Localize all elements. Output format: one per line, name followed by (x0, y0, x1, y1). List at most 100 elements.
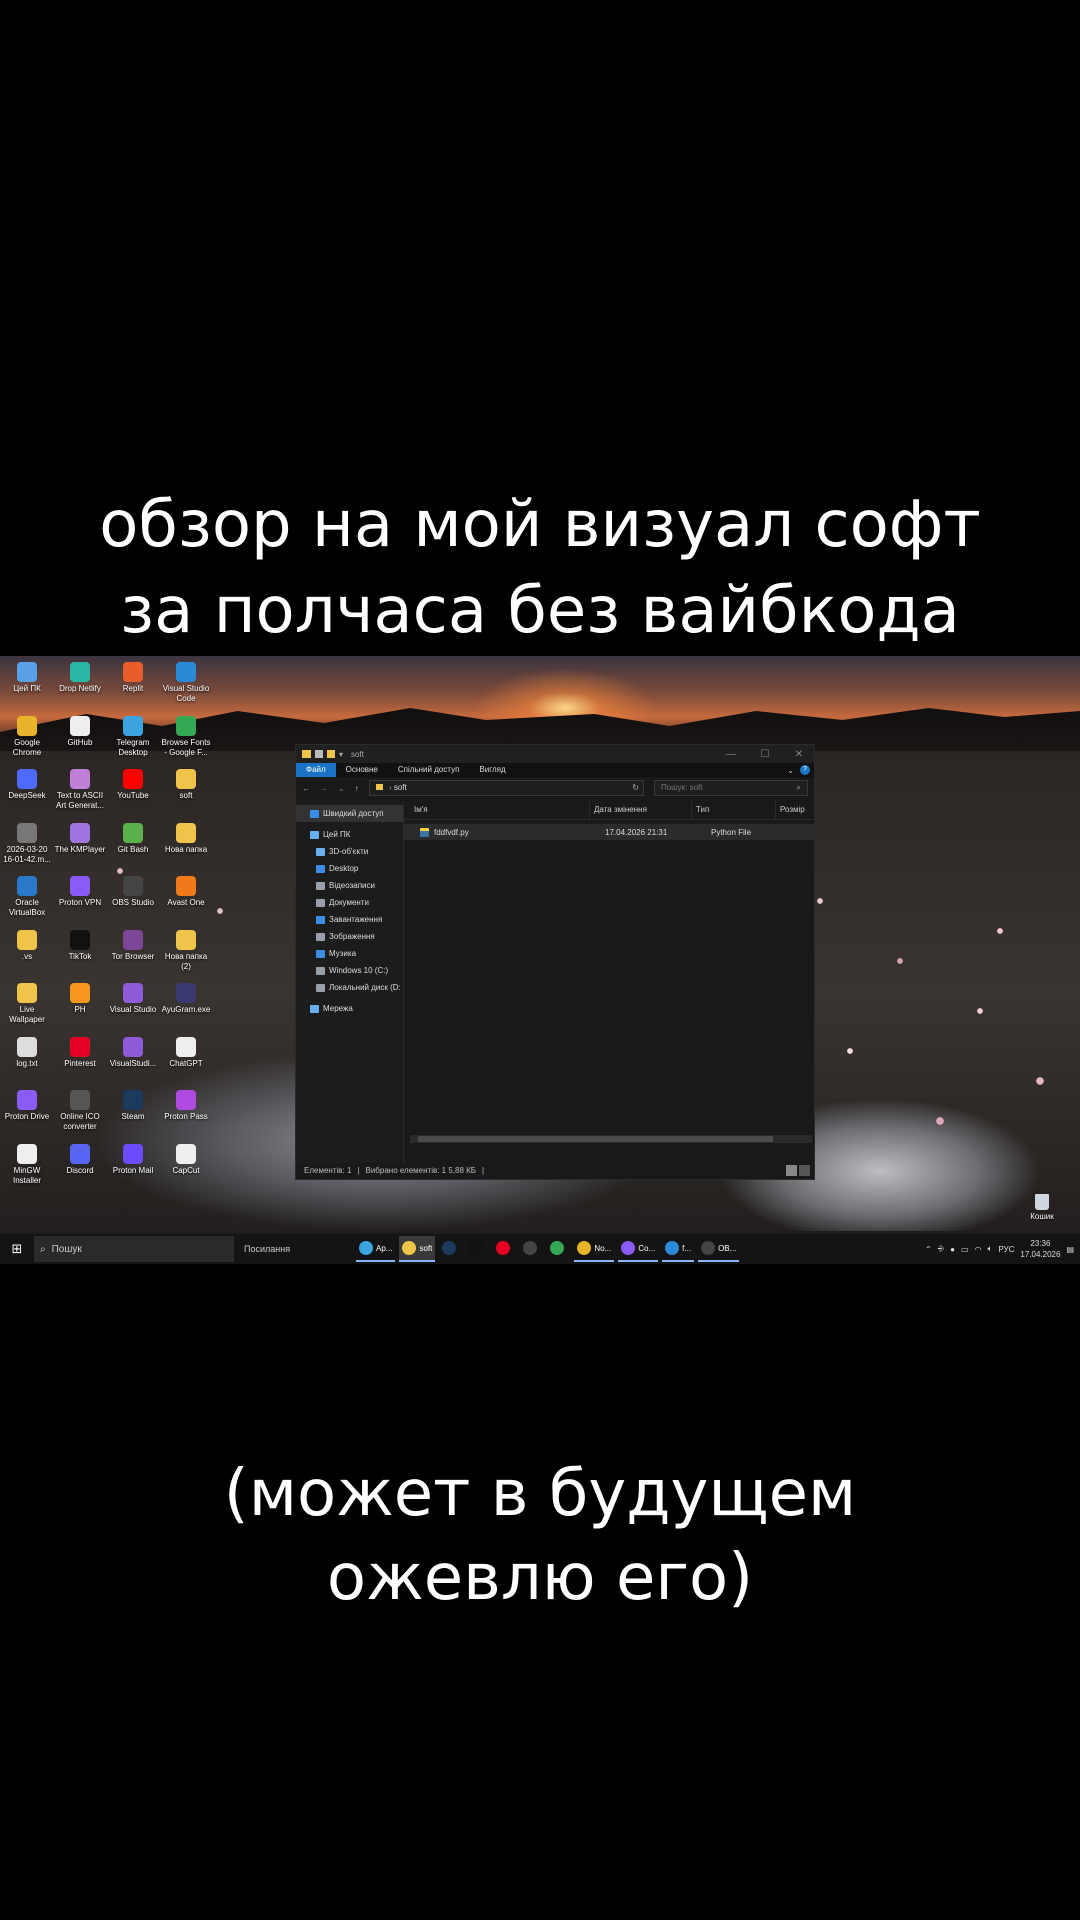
desktop-icon[interactable]: Discord (54, 1143, 106, 1176)
desktop-icon[interactable]: Proton Mail (107, 1143, 159, 1176)
desktop-icon[interactable]: Proton Pass (160, 1090, 212, 1122)
language-indicator[interactable]: РУС (998, 1245, 1014, 1254)
desktop-icon[interactable]: .vs (1, 929, 53, 962)
column-type[interactable]: Тип (692, 801, 776, 819)
taskbar-app[interactable]: soft (399, 1236, 436, 1262)
links-toolbar[interactable]: Посилання (234, 1244, 304, 1254)
qat-newfolder-icon[interactable] (327, 750, 335, 758)
desktop-icon[interactable]: Нова папка (2) (160, 929, 212, 972)
tab-file[interactable]: Файл (296, 763, 336, 777)
desktop-icon[interactable]: Google Chrome (1, 715, 53, 758)
nav-item[interactable]: Windows 10 (C:) (296, 962, 403, 979)
desktop-icon[interactable]: Steam (107, 1090, 159, 1122)
details-view-button[interactable] (786, 1165, 797, 1176)
up-arrow-icon[interactable]: ↑ (355, 784, 359, 793)
desktop-icon[interactable]: DeepSeek (1, 769, 53, 801)
column-date[interactable]: Дата змінення (590, 801, 692, 819)
volume-icon[interactable]: 🔈︎ (988, 1244, 993, 1254)
large-icons-view-button[interactable] (799, 1165, 810, 1176)
taskbar-app[interactable] (439, 1236, 462, 1262)
scrollbar-thumb[interactable] (418, 1136, 773, 1142)
forward-arrow-icon[interactable]: → (320, 784, 328, 793)
desktop-icon[interactable]: Visual Studio Code (160, 662, 212, 704)
file-explorer-window[interactable]: ▾ soft — ☐ ✕ Файл Основне Спільний досту… (295, 744, 815, 1180)
column-name[interactable]: Ім'я (404, 801, 590, 819)
desktop-icon[interactable]: Online ICO converter (54, 1090, 106, 1132)
desktop-icon[interactable]: Proton Drive (1, 1090, 53, 1122)
desktop-icon[interactable]: Visual Studio (107, 983, 159, 1015)
desktop-icon[interactable]: OBS Studio (107, 876, 159, 908)
desktop-icon[interactable]: Tor Browser (107, 929, 159, 962)
notifications-icon[interactable]: ▤ (1066, 1245, 1074, 1254)
qat-properties-icon[interactable] (315, 750, 323, 758)
desktop-icon[interactable]: Нова папка (160, 822, 212, 855)
desktop-icon[interactable]: Avast One (160, 876, 212, 908)
desktop-icon[interactable]: YouTube (107, 769, 159, 801)
clock[interactable]: 23:36 17.04.2026 (1020, 1238, 1060, 1260)
taskbar-app[interactable]: f... (662, 1236, 695, 1262)
desktop-icon[interactable]: Drop Netlify (54, 662, 106, 694)
desktop-icon[interactable]: MinGW Installer (1, 1143, 53, 1186)
desktop-icon[interactable]: Цей ПК (1, 662, 53, 694)
desktop-icon[interactable]: Text to ASCII Art Generat... (54, 769, 106, 811)
nav-item[interactable]: Мережа (296, 1000, 403, 1017)
close-button[interactable]: ✕ (784, 749, 814, 760)
desktop-icon[interactable]: TikTok (54, 929, 106, 962)
search-input[interactable]: Пошук: soft ⌕ (654, 780, 808, 796)
tab-home[interactable]: Основне (336, 763, 388, 777)
nav-item[interactable]: Відеозаписи (296, 877, 403, 894)
desktop-icon[interactable]: Proton VPN (54, 876, 106, 908)
recent-dropdown-icon[interactable]: ⌄ (338, 784, 345, 793)
nav-item[interactable]: Desktop (296, 860, 403, 877)
expand-ribbon-icon[interactable]: ⌄ (787, 766, 794, 775)
taskbar-app[interactable]: No... (574, 1236, 615, 1262)
desktop-icon[interactable]: Git Bash (107, 822, 159, 855)
horizontal-scrollbar[interactable] (410, 1135, 812, 1143)
taskbar-app[interactable]: Co... (618, 1236, 659, 1262)
nav-item[interactable]: Музика (296, 945, 403, 962)
minimize-button[interactable]: — (716, 749, 746, 760)
battery-icon[interactable]: ▭ (961, 1245, 969, 1254)
desktop-icon[interactable]: VisualStudi... (107, 1036, 159, 1069)
recycle-bin-icon[interactable]: Кошик (1016, 1194, 1068, 1222)
taskbar-app[interactable] (547, 1236, 570, 1262)
desktop-icon[interactable]: Replit (107, 662, 159, 694)
back-arrow-icon[interactable]: ← (302, 784, 310, 793)
qat-dropdown-icon[interactable]: ▾ (339, 750, 343, 759)
column-size[interactable]: Розмір (776, 801, 814, 819)
microphone-icon[interactable]: ● (950, 1245, 955, 1254)
taskbar-app[interactable] (466, 1236, 489, 1262)
nav-item[interactable]: Цей ПК (296, 826, 403, 843)
desktop-icon[interactable]: CapCut (160, 1143, 212, 1176)
taskbar-app[interactable] (493, 1236, 516, 1262)
desktop-icon[interactable]: Pinterest (54, 1036, 106, 1069)
desktop-icon[interactable]: Oracle VirtualBox (1, 876, 53, 918)
desktop-icon[interactable]: PH (54, 983, 106, 1015)
tab-share[interactable]: Спільний доступ (388, 763, 470, 777)
nav-item[interactable]: Локальний диск (D: (296, 979, 403, 996)
explorer-titlebar[interactable]: ▾ soft — ☐ ✕ (296, 745, 814, 763)
desktop-icon[interactable]: GitHub (54, 715, 106, 748)
tray-overflow-icon[interactable]: ⌃ (925, 1245, 932, 1254)
taskbar-search[interactable]: ⌕ Пошук (34, 1236, 234, 1262)
taskbar-app[interactable] (520, 1236, 543, 1262)
nav-item[interactable]: Документи (296, 894, 403, 911)
nav-item[interactable]: Швидкий доступ (296, 805, 403, 822)
desktop-icon[interactable]: log.txt (1, 1036, 53, 1069)
windows-start-icon[interactable]: ⊞ (0, 1241, 34, 1257)
nav-item[interactable]: 3D-об'єкти (296, 843, 403, 860)
taskbar-app[interactable]: Ар... (356, 1236, 396, 1262)
desktop-icon[interactable]: Live Wallpaper (1, 983, 53, 1025)
help-icon[interactable]: ? (800, 765, 810, 775)
desktop-icon[interactable]: Telegram Desktop (107, 715, 159, 758)
nav-item[interactable]: Зображення (296, 928, 403, 945)
nav-item[interactable]: Завантаження (296, 911, 403, 928)
tab-view[interactable]: Вигляд (469, 763, 515, 777)
usb-icon[interactable]: ⎆ (938, 1244, 944, 1254)
desktop-icon[interactable]: ChatGPT (160, 1036, 212, 1069)
desktop-icon[interactable]: AyuGram.exe (160, 983, 212, 1015)
wifi-icon[interactable]: ◠ (975, 1245, 982, 1254)
desktop-icon[interactable]: Browse Fonts - Google F... (160, 715, 212, 758)
desktop-icon[interactable]: soft (160, 769, 212, 801)
maximize-button[interactable]: ☐ (750, 749, 780, 760)
